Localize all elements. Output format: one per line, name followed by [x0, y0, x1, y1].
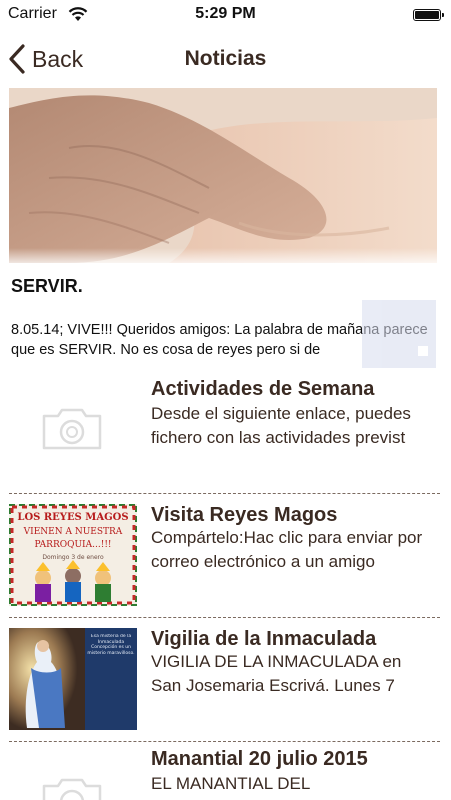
- reyes-magos-thumbnail: LOS REYES MAGOS VIENEN A NUESTRA PARROQU…: [9, 504, 137, 606]
- image-fade: [9, 248, 437, 268]
- news-title: Vigilia de la Inmaculada: [151, 628, 377, 650]
- inmaculada-caption: Esa misteria de la Inmaculada Concepción…: [87, 634, 135, 656]
- home-overlay-icon: [362, 300, 436, 368]
- news-excerpt: Compártelo:Hac clic para enviar por corr…: [151, 528, 423, 571]
- page-title: Noticias: [184, 47, 267, 70]
- status-bar: Carrier 5:29 PM: [0, 0, 451, 30]
- camera-icon: [42, 778, 102, 800]
- reyes-magos-poster: LOS REYES MAGOS VIENEN A NUESTRA PARROQU…: [9, 504, 137, 606]
- poster-line-1: LOS REYES MAGOS: [17, 512, 128, 523]
- news-title: Actividades de Semana: [151, 378, 375, 400]
- news-item[interactable]: Esa misteria de la Inmaculada Concepción…: [0, 618, 451, 742]
- news-excerpt: VIGILIA DE LA INMACULADA en San Josemari…: [151, 652, 402, 695]
- news-excerpt: Desde el siguiente enlace, puedes ficher…: [151, 404, 411, 447]
- news-excerpt: EL MANANTIAL DEL: [151, 774, 311, 793]
- news-title: Manantial 20 julio 2015: [151, 748, 368, 770]
- inmaculada-image: Esa misteria de la Inmaculada Concepción…: [9, 628, 137, 730]
- news-item[interactable]: Actividades de Semana Desde el siguiente…: [0, 372, 451, 494]
- poster-line-4: Domingo 3 de enero: [42, 554, 104, 561]
- clock: 5:29 PM: [195, 5, 256, 22]
- camera-icon: [42, 408, 102, 450]
- featured-title: SERVIR.: [11, 276, 83, 296]
- news-item[interactable]: Manantial 20 julio 2015 EL MANANTIAL DEL: [0, 742, 451, 800]
- hands-illustration: [9, 88, 437, 263]
- navigation-bar: Back Noticias: [0, 30, 451, 88]
- poster-line-2: VIENEN A NUESTRA: [23, 527, 123, 537]
- poster-line-3: PARROQUIA...!!!: [34, 540, 111, 550]
- news-title: Visita Reyes Magos: [151, 504, 338, 526]
- inmaculada-thumbnail: Esa misteria de la Inmaculada Concepción…: [9, 628, 137, 730]
- battery-icon: [413, 9, 444, 21]
- news-item[interactable]: LOS REYES MAGOS VIENEN A NUESTRA PARROQU…: [0, 494, 451, 618]
- featured-image: [9, 88, 437, 263]
